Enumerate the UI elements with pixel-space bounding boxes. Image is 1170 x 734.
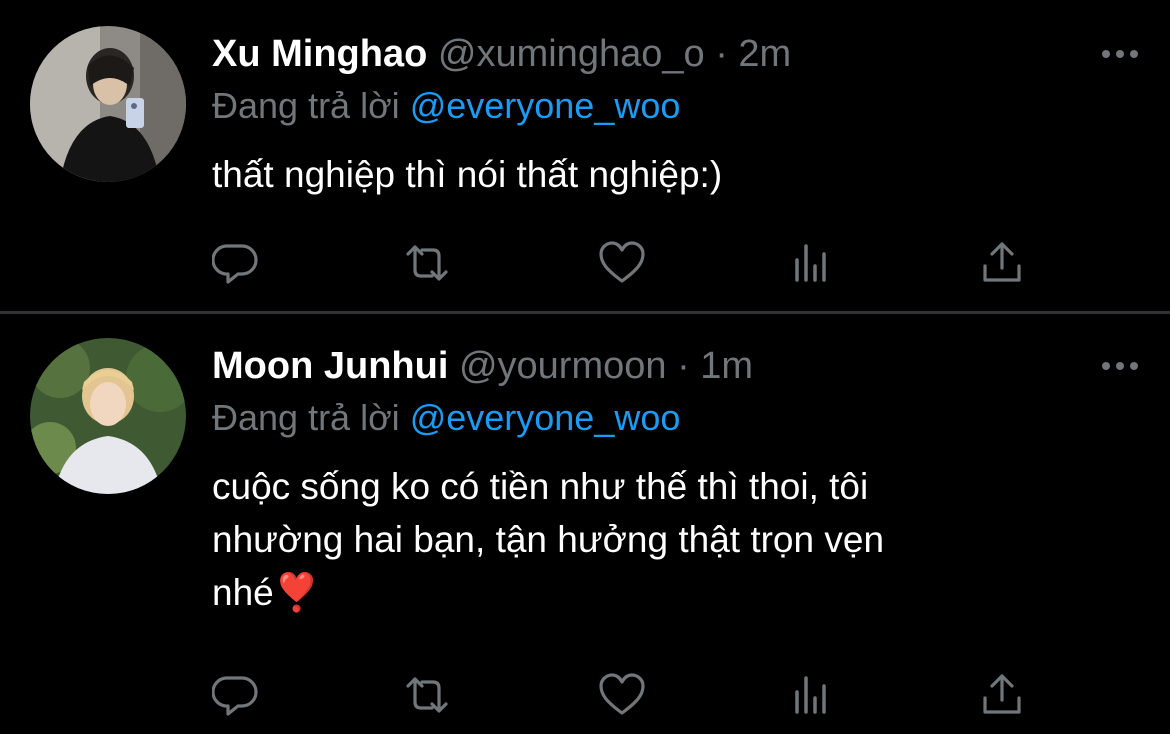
user-handle[interactable]: @yourmoon [459, 345, 667, 387]
tweet[interactable]: Xu Minghao @xuminghao_o · 2m Đang trả lờ… [0, 0, 1170, 312]
tweet-header: Moon Junhui @yourmoon · 1m [212, 344, 753, 388]
user-handle[interactable]: @xuminghao_o [438, 33, 705, 75]
replying-label: Đang trả lời [212, 397, 410, 438]
tweet-text-line: cuộc sống ko có tiền như thế thì thoi, t… [212, 466, 869, 507]
more-options-icon[interactable] [1100, 44, 1140, 64]
reply-icon[interactable] [211, 238, 262, 288]
tweet-text: cuộc sống ko có tiền như thế thì thoi, t… [212, 460, 1032, 619]
like-icon[interactable] [597, 238, 647, 288]
mention-link[interactable]: @everyone_woo [410, 85, 681, 126]
share-icon[interactable] [977, 238, 1027, 288]
views-icon[interactable] [787, 238, 837, 288]
display-name[interactable]: Moon Junhui [212, 345, 448, 387]
tweet-header: Xu Minghao @xuminghao_o · 2m [212, 32, 791, 76]
tweet-text-line: thất nghiệp thì nói thất nghiệp:) [212, 154, 723, 195]
retweet-icon[interactable] [402, 238, 452, 288]
share-icon[interactable] [977, 670, 1027, 720]
replying-to: Đang trả lời @everyone_woo [212, 84, 680, 128]
display-name[interactable]: Xu Minghao [212, 33, 427, 75]
reply-icon[interactable] [211, 670, 262, 720]
retweet-icon[interactable] [402, 670, 452, 720]
tweet-text-line: nhường hai bạn, tận hưởng thật trọn vẹn [212, 519, 885, 560]
more-options-icon[interactable] [1100, 356, 1140, 376]
timestamp[interactable]: 2m [738, 33, 791, 75]
mention-link[interactable]: @everyone_woo [410, 397, 681, 438]
like-icon[interactable] [597, 670, 647, 720]
replying-to: Đang trả lời @everyone_woo [212, 396, 680, 440]
tweet-text: thất nghiệp thì nói thất nghiệp:) [212, 152, 722, 198]
action-bar [211, 238, 1032, 288]
tweet-text-line: nhé❣️ [212, 572, 320, 613]
action-bar [211, 670, 1032, 720]
replying-label: Đang trả lời [212, 85, 410, 126]
timestamp[interactable]: 1m [700, 345, 753, 387]
avatar[interactable] [30, 338, 186, 494]
separator-dot: · [677, 345, 690, 387]
tweet[interactable]: Moon Junhui @yourmoon · 1m Đang trả lời … [0, 314, 1170, 734]
avatar[interactable] [30, 26, 186, 182]
separator-dot: · [715, 33, 728, 75]
views-icon[interactable] [787, 670, 837, 720]
